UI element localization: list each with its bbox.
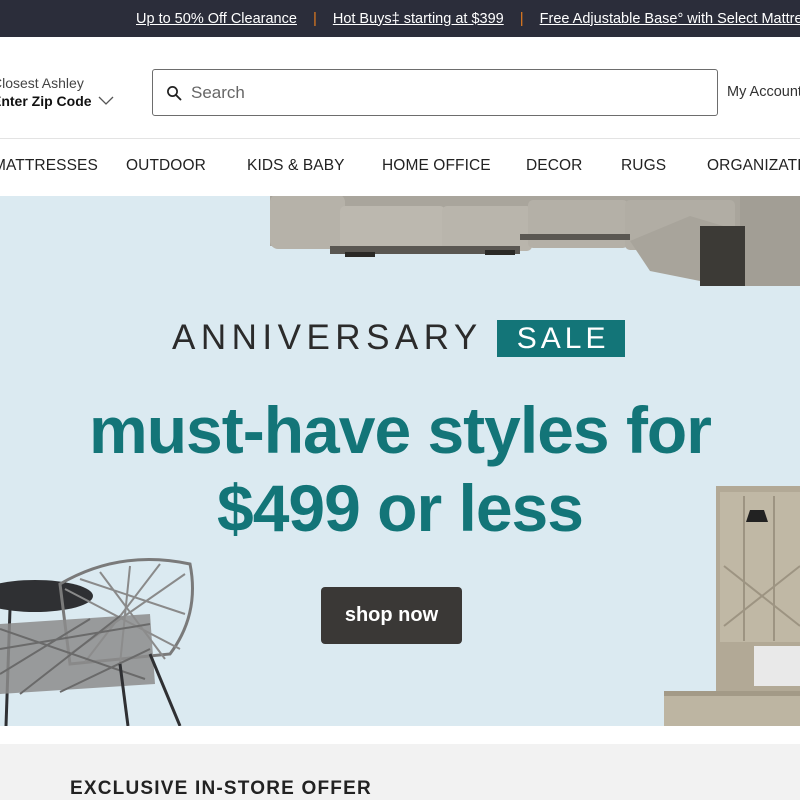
nav-item-home-office[interactable]: HOME OFFICE [382,157,491,175]
my-account-link[interactable]: My Account [727,84,800,100]
store-selector[interactable]: Closest Ashley Enter Zip Code [0,75,132,109]
bed-headboard-image [664,486,800,726]
section-spacer [0,726,800,744]
nav-item-kids-baby[interactable]: KIDS & BABY [247,157,345,175]
shop-now-button[interactable]: shop now [321,587,462,644]
in-store-offer-section: EXCLUSIVE IN-STORE OFFER [0,744,800,800]
nav-item-organization[interactable]: ORGANIZATION [707,157,800,175]
site-header: Closest Ashley Enter Zip Code My Account [0,37,800,139]
store-label: Closest Ashley [0,75,84,91]
hero-headline-line1: must-have styles for [89,393,712,467]
sale-badge: SALE [496,319,626,357]
chevron-down-icon [98,96,114,105]
nav-item-rugs[interactable]: RUGS [621,157,666,175]
nav-item-outdoor[interactable]: OUTDOOR [126,157,206,175]
promo-links: Up to 50% Off Clearance | Hot Buys‡ star… [136,0,800,37]
search-box[interactable] [152,69,718,116]
promo-link-adjustable-base[interactable]: Free Adjustable Base° with Select Mattre… [540,11,800,27]
zip-code-selector[interactable]: Enter Zip Code [0,93,132,109]
sale-heading: ANNIVERSARY SALE [172,318,626,358]
search-input[interactable] [191,82,691,103]
nav-item-decor[interactable]: DECOR [526,157,582,175]
nav-item-mattresses[interactable]: MATTRESSES [0,157,98,175]
zip-code-label[interactable]: Enter Zip Code [0,93,92,109]
promo-separator: | [312,10,317,27]
promo-link-clearance[interactable]: Up to 50% Off Clearance [136,11,297,27]
sectional-sofa-image [270,196,800,286]
sale-eyebrow: ANNIVERSARY [172,318,483,357]
outdoor-chair-image [0,558,194,726]
promo-separator: | [519,10,524,27]
promo-bar: Up to 50% Off Clearance | Hot Buys‡ star… [0,0,800,37]
search-icon[interactable] [166,85,182,101]
category-nav: MATTRESSES OUTDOOR KIDS & BABY HOME OFFI… [0,139,800,196]
promo-link-hot-buys[interactable]: Hot Buys‡ starting at $399 [333,11,504,27]
in-store-offer-title: EXCLUSIVE IN-STORE OFFER [70,778,372,799]
hero-banner[interactable]: ANNIVERSARY SALE must-have styles for $4… [0,196,800,726]
